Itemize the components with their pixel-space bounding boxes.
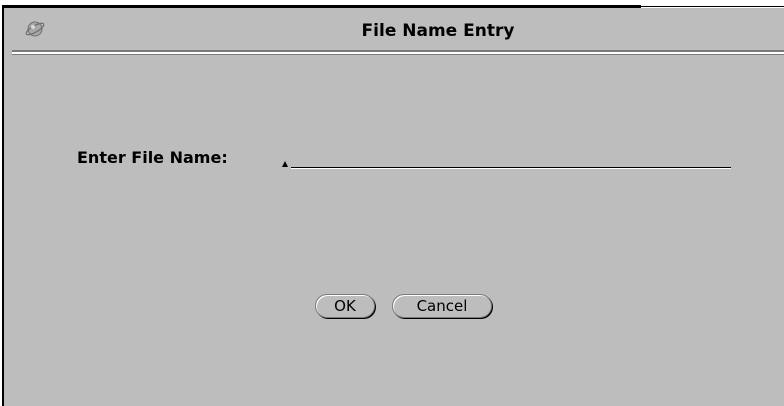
- desktop-top-edge-line: [641, 6, 784, 7]
- file-name-label: Enter File Name:: [77, 148, 228, 167]
- ok-button[interactable]: OK: [315, 294, 375, 318]
- title-bar[interactable]: File Name Entry: [4, 8, 784, 55]
- window-title: File Name Entry: [361, 21, 515, 41]
- title-divider-shadow: [12, 54, 784, 55]
- file-name-underline-highlight: [291, 168, 731, 169]
- file-name-field[interactable]: [279, 146, 731, 170]
- insertion-caret-icon: [282, 161, 288, 167]
- file-name-input[interactable]: [291, 146, 729, 166]
- screen: File Name Entry Enter File Name: OK Canc…: [0, 0, 784, 406]
- cancel-button[interactable]: Cancel: [392, 294, 492, 318]
- file-name-entry-dialog: File Name Entry Enter File Name: OK Canc…: [2, 8, 784, 406]
